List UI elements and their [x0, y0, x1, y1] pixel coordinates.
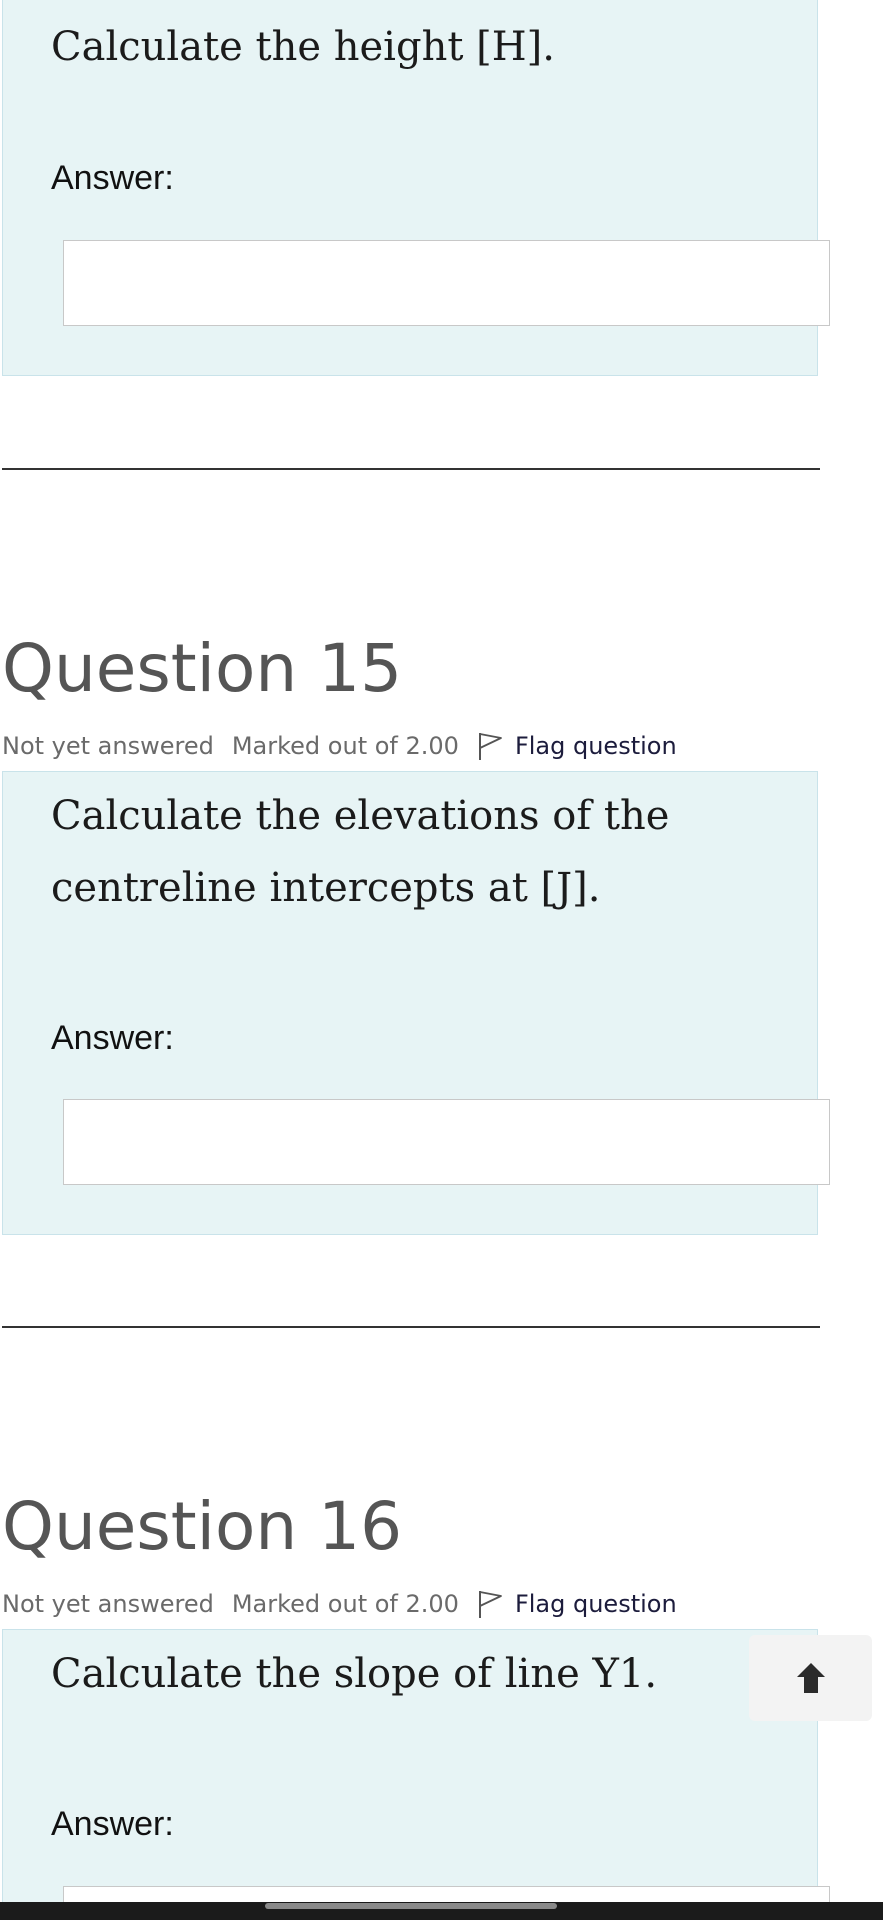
question-15-flag-button[interactable]: Flag question — [477, 731, 677, 761]
question-15-answer-label: Answer: — [51, 1019, 174, 1057]
question-15-flag-label: Flag question — [514, 732, 677, 760]
question-14-answer-label: Answer: — [51, 159, 174, 197]
arrow-up-icon — [796, 1663, 825, 1693]
question-16-answer-label: Answer: — [51, 1805, 174, 1843]
question-14-content: Calculate the height [H]. Answer: — [2, 0, 830, 376]
question-divider — [2, 468, 820, 470]
question-15-state: Not yet answered — [2, 732, 214, 760]
question-15-content: Calculate the elevations of the centreli… — [2, 771, 830, 1235]
question-15-title: Question 15 — [2, 630, 403, 707]
question-16-state: Not yet answered — [2, 1590, 214, 1618]
question-15-info: Not yet answered Marked out of 2.00 Flag… — [2, 728, 677, 764]
question-16-grade: Marked out of 2.00 — [231, 1590, 459, 1618]
question-15-answer-input[interactable] — [63, 1099, 830, 1185]
question-divider — [2, 1326, 820, 1328]
question-16-flag-button[interactable]: Flag question — [477, 1589, 677, 1619]
nav-gesture-handle[interactable] — [265, 1903, 557, 1909]
back-to-top-button[interactable] — [749, 1635, 872, 1721]
question-16-title: Question 16 — [2, 1488, 403, 1565]
flag-icon — [478, 1591, 502, 1618]
question-16-info: Not yet answered Marked out of 2.00 Flag… — [2, 1586, 677, 1622]
system-nav-bar — [0, 1902, 883, 1920]
question-16-text: Calculate the slope of line Y1. — [51, 1651, 658, 1697]
question-15-text: Calculate the elevations of the centreli… — [51, 793, 670, 911]
question-14-answer-input[interactable] — [63, 240, 830, 326]
question-16-content: Calculate the slope of line Y1. Answer: — [2, 1629, 830, 1920]
question-15-grade: Marked out of 2.00 — [231, 732, 459, 760]
flag-icon — [478, 733, 502, 760]
question-14-text: Calculate the height [H]. — [51, 24, 555, 70]
question-16-flag-label: Flag question — [514, 1590, 677, 1618]
